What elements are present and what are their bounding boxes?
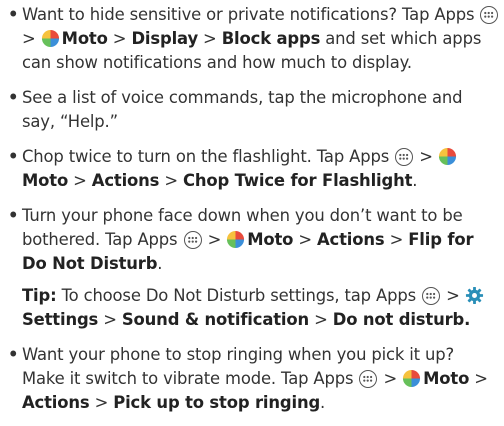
separator: > bbox=[73, 171, 87, 190]
separator: > bbox=[203, 29, 217, 48]
apps-grid-icon bbox=[480, 6, 499, 24]
block-apps-link[interactable]: Block apps bbox=[222, 29, 321, 48]
separator: > bbox=[314, 310, 328, 329]
separator: > bbox=[419, 147, 433, 166]
separator: > bbox=[207, 230, 222, 249]
separator: > bbox=[22, 29, 36, 48]
apps-grid-icon bbox=[422, 287, 441, 305]
separator: > bbox=[474, 369, 488, 388]
list-item: • See a list of voice commands, tap the … bbox=[8, 86, 500, 134]
moto-app-icon bbox=[41, 29, 59, 48]
item-text: . bbox=[157, 254, 163, 273]
moto-link[interactable]: Moto bbox=[247, 230, 293, 249]
settings-gear-icon bbox=[465, 286, 483, 305]
moto-app-icon bbox=[227, 230, 245, 249]
list-item: • Want your phone to stop ringing when y… bbox=[8, 343, 500, 415]
bullet: • bbox=[8, 147, 19, 166]
moto-app-icon bbox=[403, 369, 421, 388]
list-item: • Want to hide sensitive or private noti… bbox=[8, 3, 500, 75]
tip-paragraph: Tip: To choose Do Not Disturb settings, … bbox=[8, 284, 500, 332]
display-link[interactable]: Display bbox=[131, 29, 198, 48]
apps-grid-icon bbox=[183, 231, 202, 249]
item-text: . bbox=[412, 171, 418, 190]
tip-text: To choose Do Not Disturb settings, tap A… bbox=[61, 286, 417, 305]
separator: > bbox=[94, 393, 109, 412]
moto-link[interactable]: Moto bbox=[62, 29, 108, 48]
list-item: • Turn your phone face down when you don… bbox=[8, 204, 500, 276]
moto-link[interactable]: Moto bbox=[22, 171, 68, 190]
list-item: • Chop twice to turn on the flashlight. … bbox=[8, 145, 500, 193]
separator: > bbox=[446, 286, 460, 305]
separator: > bbox=[164, 171, 178, 190]
document-body: • Want to hide sensitive or private noti… bbox=[8, 3, 500, 426]
tip-label: Tip: bbox=[22, 286, 57, 305]
pick-up-link[interactable]: Pick up to stop ringing bbox=[113, 393, 320, 412]
separator: > bbox=[389, 230, 404, 249]
actions-link[interactable]: Actions bbox=[317, 230, 385, 249]
separator: > bbox=[383, 369, 398, 388]
moto-app-icon bbox=[438, 147, 456, 166]
separator: > bbox=[103, 310, 117, 329]
sound-notification-link[interactable]: Sound & notification bbox=[122, 310, 309, 329]
moto-link[interactable]: Moto bbox=[423, 369, 469, 388]
apps-grid-icon bbox=[395, 148, 414, 166]
apps-grid-icon bbox=[359, 370, 378, 388]
chop-twice-link[interactable]: Chop Twice for Flashlight bbox=[183, 171, 412, 190]
do-not-disturb-link[interactable]: Do not disturb. bbox=[333, 310, 471, 329]
item-text: Want to hide sensitive or private notifi… bbox=[22, 5, 475, 24]
separator: > bbox=[112, 29, 127, 48]
bullet: • bbox=[8, 206, 19, 225]
item-text: . bbox=[320, 393, 326, 412]
bullet: • bbox=[8, 88, 19, 107]
item-text: See a list of voice commands, tap the mi… bbox=[22, 88, 463, 131]
bullet: • bbox=[8, 5, 19, 24]
separator: > bbox=[298, 230, 312, 249]
actions-link[interactable]: Actions bbox=[92, 171, 160, 190]
bullet: • bbox=[8, 345, 19, 364]
actions-link[interactable]: Actions bbox=[22, 393, 90, 412]
settings-link[interactable]: Settings bbox=[22, 310, 98, 329]
item-text: Chop twice to turn on the flashlight. Ta… bbox=[22, 147, 390, 166]
